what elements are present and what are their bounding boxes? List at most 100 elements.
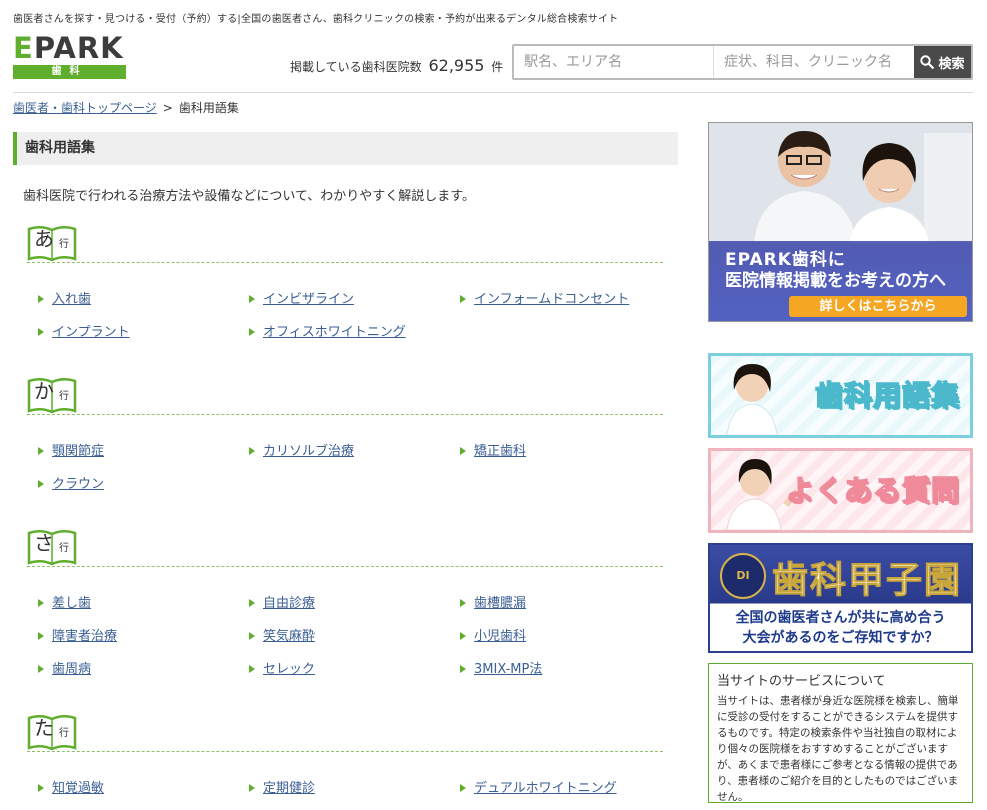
term-link-text[interactable]: オフィスホワイトニング	[263, 325, 406, 340]
term-link-text[interactable]: 入れ歯	[52, 292, 91, 307]
page-intro: 歯科医院で行われる治療方法や設備などについて、わかりやすく解説します。	[23, 189, 476, 204]
clinic-count-prefix: 掲載している歯科医院数	[290, 60, 422, 74]
bullet-arrow-icon	[460, 784, 466, 792]
section-ka: か 行 顎関節症 カリソルブ治療 矯正歯科 クラウン	[13, 377, 663, 492]
term-link: カリソルブ治療	[249, 440, 354, 459]
koshien-line-1: 全国の歯医者さんが共に高め合う	[735, 610, 946, 626]
term-link: 小児歯科	[460, 625, 526, 644]
bullet-arrow-icon	[460, 665, 466, 673]
term-link-text[interactable]: 定期健診	[263, 781, 315, 796]
bullet-arrow-icon	[460, 632, 466, 640]
term-link-text[interactable]: 差し歯	[52, 596, 91, 611]
term-link: 差し歯	[38, 592, 91, 611]
term-link: インフォームドコンセント	[460, 288, 629, 307]
section-sa-header: さ 行	[27, 529, 663, 567]
section-sa-gyo: 行	[59, 543, 69, 554]
term-link-text[interactable]: カリソルブ治療	[263, 444, 354, 459]
term-link-text[interactable]: 3MIX-MP法	[474, 662, 542, 677]
dentists-photo	[709, 123, 972, 243]
term-link: インビザライン	[249, 288, 354, 307]
term-link: インプラント	[38, 321, 130, 340]
site-tagline: 歯医者さんを探す・見つける・受付（予約）する|全国の歯医者さん、歯科クリニックの…	[13, 14, 619, 25]
term-link-text[interactable]: インフォームドコンセント	[474, 292, 629, 307]
bullet-arrow-icon	[249, 328, 255, 336]
recruit-line-2: 医院情報掲載をお考えの方へ	[725, 271, 946, 291]
bullet-arrow-icon	[460, 599, 466, 607]
term-link-text[interactable]: 歯周病	[52, 662, 91, 677]
term-link-text[interactable]: 自由診療	[263, 596, 315, 611]
woman-illustration-icon	[726, 364, 778, 435]
book-icon: さ 行	[27, 529, 77, 566]
section-sa: さ 行 差し歯 自由診療 歯槽膿漏 障害者治療 笑気麻酔 小児歯科 歯周病 セレ…	[13, 529, 663, 677]
breadcrumb-home-link[interactable]: 歯医者・歯科トップページ	[13, 101, 157, 115]
faq-banner[interactable]: よくある質問	[708, 448, 973, 533]
keyword-input[interactable]	[714, 46, 914, 78]
glossary-banner[interactable]: 歯科用語集	[708, 353, 973, 438]
section-sa-kana: さ	[34, 531, 54, 555]
bullet-arrow-icon	[38, 784, 44, 792]
term-link-text[interactable]: セレック	[263, 662, 315, 677]
glossary-banner-title: 歯科用語集	[814, 378, 960, 413]
breadcrumb-separator: >	[162, 101, 173, 115]
koshien-line-2: 大会があるのをご存知ですか？	[742, 630, 939, 646]
faq-banner-title: よくある質問	[785, 473, 960, 508]
search-icon	[920, 55, 935, 69]
term-link-text[interactable]: デュアルホワイトニング	[474, 781, 617, 796]
term-link-text[interactable]: 歯槽膿漏	[474, 596, 526, 611]
term-link: 3MIX-MP法	[460, 658, 542, 677]
section-a-header: あ 行	[27, 225, 663, 263]
bullet-arrow-icon	[38, 328, 44, 336]
term-link-text[interactable]: インビザライン	[263, 292, 354, 307]
term-link: 自由診療	[249, 592, 315, 611]
term-link: 定期健診	[249, 777, 315, 796]
clinic-count-value: 62,955	[428, 56, 485, 75]
search-button[interactable]: 検索	[914, 46, 971, 78]
term-link-text[interactable]: 知覚過敏	[52, 781, 104, 796]
bullet-arrow-icon	[38, 295, 44, 303]
clinic-listing-banner[interactable]: EPARK歯科に 医院情報掲載をお考えの方へ 詳しくはこちらから	[708, 122, 973, 322]
term-link: 知覚過敏	[38, 777, 104, 796]
section-a-kana: あ	[34, 227, 54, 251]
recruit-cta-button[interactable]: 詳しくはこちらから	[789, 296, 967, 317]
page-title: 歯科用語集	[13, 132, 678, 165]
section-ta-header: た 行	[27, 714, 663, 752]
term-link-text[interactable]: 顎関節症	[52, 444, 104, 459]
search-bar: 検索	[512, 44, 973, 80]
bullet-arrow-icon	[38, 665, 44, 673]
logo-subtitle: 歯科	[13, 65, 126, 79]
bullet-arrow-icon	[38, 599, 44, 607]
term-link: オフィスホワイトニング	[249, 321, 406, 340]
term-link: 矯正歯科	[460, 440, 526, 459]
about-service-text: 当サイトは、患者様が身近な医院様を検索し、簡単に受診の受付をすることができるシス…	[717, 695, 959, 803]
bullet-arrow-icon	[460, 295, 466, 303]
main-content: 歯科用語集 歯科医院で行われる治療方法や設備などについて、わかりやすく解説します…	[13, 132, 678, 204]
search-button-label: 検索	[938, 56, 965, 72]
term-link-text[interactable]: クラウン	[52, 477, 104, 492]
station-area-input[interactable]	[514, 46, 714, 78]
section-ta-gyo: 行	[59, 728, 69, 739]
bullet-arrow-icon	[249, 447, 255, 455]
term-link: セレック	[249, 658, 315, 677]
term-link-text[interactable]: 小児歯科	[474, 629, 526, 644]
bullet-arrow-icon	[38, 480, 44, 488]
bullet-arrow-icon	[249, 784, 255, 792]
logo-wordmark: EPARK	[13, 34, 126, 63]
term-link-text[interactable]: 笑気麻酔	[263, 629, 315, 644]
term-link: 笑気麻酔	[249, 625, 315, 644]
clinic-count: 掲載している歯科医院数 62,955 件	[290, 56, 503, 75]
book-icon: あ 行	[27, 225, 77, 262]
about-service-title: 当サイトのサービスについて	[717, 674, 886, 689]
epark-logo[interactable]: EPARK 歯科	[13, 34, 126, 80]
term-link-text[interactable]: 矯正歯科	[474, 444, 526, 459]
term-link: クラウン	[38, 473, 104, 492]
section-a-gyo: 行	[59, 239, 69, 250]
book-icon: か 行	[27, 377, 77, 414]
koshien-banner[interactable]: DI 歯科甲子園 全国の歯医者さんが共に高め合う 大会があるのをご存知ですか？	[708, 543, 973, 653]
term-link-text[interactable]: インプラント	[52, 325, 130, 340]
term-link-text[interactable]: 障害者治療	[52, 629, 117, 644]
logo-letter-e: E	[13, 31, 34, 65]
about-service-box: 当サイトのサービスについて 当サイトは、患者様が身近な医院様を検索し、簡単に受診…	[708, 663, 973, 803]
breadcrumb-current: 歯科用語集	[178, 101, 239, 115]
bullet-arrow-icon	[38, 632, 44, 640]
breadcrumb: 歯医者・歯科トップページ > 歯科用語集	[13, 99, 239, 116]
